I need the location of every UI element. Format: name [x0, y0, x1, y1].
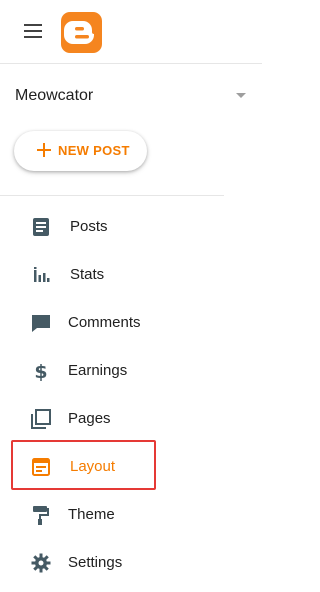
nav-item-theme[interactable]: Theme: [0, 491, 224, 539]
stats-icon: [34, 267, 50, 282]
nav-item-comments[interactable]: Comments: [0, 299, 224, 347]
blogger-logo-icon[interactable]: [61, 12, 102, 53]
nav-label-settings: Settings: [68, 554, 123, 571]
blog-name: Meowcator: [15, 87, 94, 104]
top-bar: [0, 0, 262, 64]
nav-label-comments: Comments: [68, 314, 141, 331]
nav-label-pages: Pages: [68, 410, 111, 427]
caret-down-icon[interactable]: [236, 93, 246, 98]
plus-icon: [37, 143, 51, 157]
new-post-button[interactable]: NEW POST: [14, 131, 147, 171]
gear-icon: [31, 553, 51, 573]
nav-label-posts: Posts: [70, 218, 108, 235]
divider: [0, 195, 224, 196]
pages-icon: [31, 409, 51, 429]
svg-text:$: $: [34, 361, 47, 382]
nav-label-earnings: Earnings: [68, 362, 128, 379]
nav-label-theme: Theme: [68, 506, 115, 523]
nav-item-posts[interactable]: Posts: [0, 203, 224, 251]
paint-roller-icon: [33, 506, 49, 525]
nav-item-pages[interactable]: Pages: [0, 395, 224, 443]
nav-item-earnings[interactable]: $ Earnings: [0, 347, 224, 395]
selection-highlight-box: [11, 440, 156, 490]
nav-item-settings[interactable]: Settings: [0, 539, 224, 587]
nav-item-stats[interactable]: Stats: [0, 251, 224, 299]
nav-label-stats: Stats: [70, 266, 105, 283]
new-post-label: NEW POST: [58, 143, 130, 158]
comments-icon: [32, 315, 50, 332]
hamburger-menu-icon[interactable]: [24, 24, 44, 40]
posts-icon: [33, 218, 49, 236]
dollar-icon: $: [34, 361, 47, 382]
